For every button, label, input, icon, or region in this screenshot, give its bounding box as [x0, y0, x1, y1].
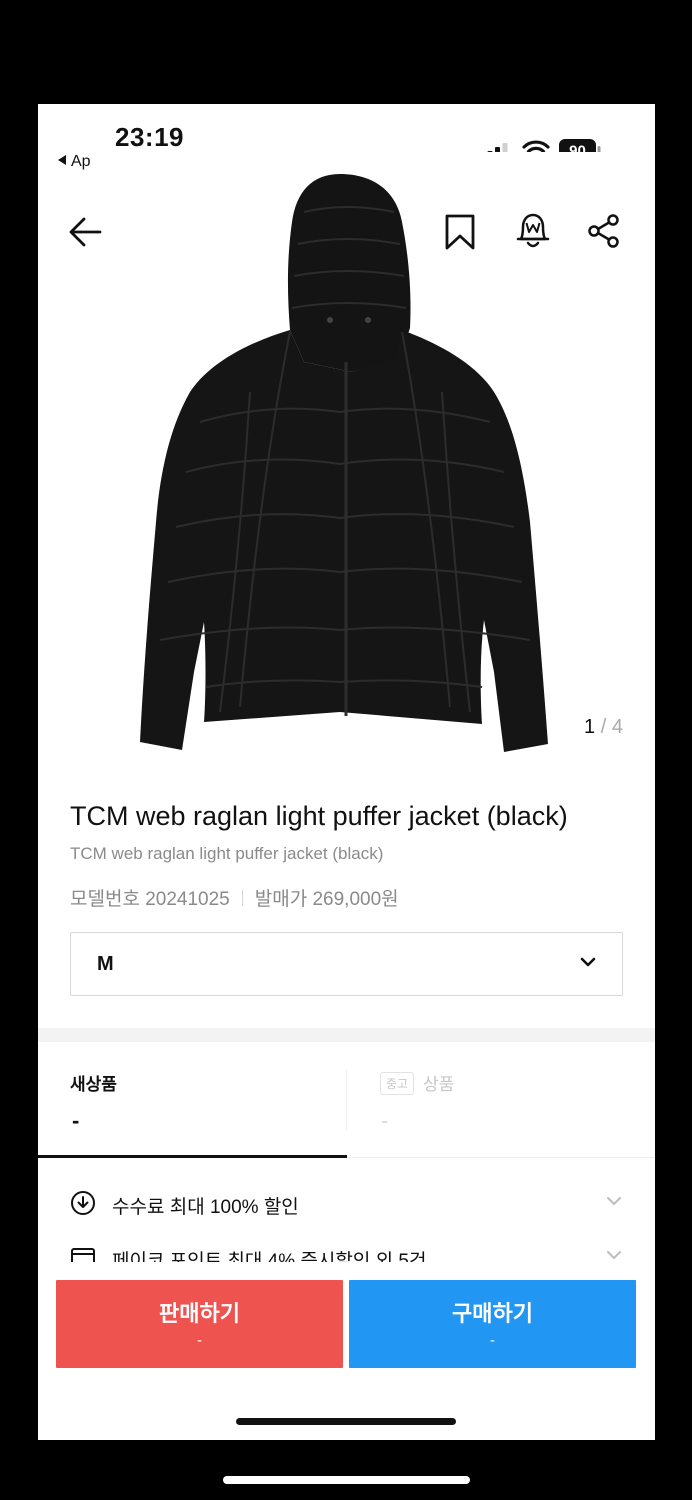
used-badge: 중고	[380, 1072, 415, 1095]
tab-used-product[interactable]: 중고 상품 -	[347, 1042, 655, 1158]
buy-button-label: 구매하기	[452, 1301, 533, 1326]
status-time: 23:19	[115, 122, 184, 152]
image-counter-current: 1	[584, 716, 596, 738]
product-title: TCM web raglan light puffer jacket (blac…	[70, 801, 568, 831]
back-triangle-icon	[58, 155, 66, 165]
card-icon	[71, 1248, 95, 1262]
bottom-action-bar: 판매하기 - 구매하기 -	[38, 1262, 655, 1440]
chevron-down-icon	[580, 957, 596, 967]
sell-button-price: -	[197, 1332, 202, 1349]
release-price-value: 269,000원	[312, 889, 399, 910]
section-divider	[38, 1028, 655, 1042]
benefit-row-fee-discount[interactable]: 수수료 최대 100% 할인	[38, 1182, 655, 1226]
meta-divider	[241, 890, 243, 906]
image-counter: 1 / 4	[584, 716, 623, 739]
tab-new-label: 새상품	[70, 1075, 117, 1094]
model-number-label: 모델번호	[70, 889, 140, 910]
buy-button-price: -	[490, 1332, 495, 1349]
image-counter-separator: /	[600, 716, 607, 738]
size-select[interactable]: M	[70, 932, 623, 996]
outer-home-indicator[interactable]	[223, 1476, 470, 1484]
app-screen: 23:19 App Store 90	[38, 104, 655, 1440]
model-number-value: 20241025	[145, 889, 230, 910]
back-arrow-icon[interactable]	[66, 214, 106, 250]
product-subtitle: TCM web raglan light puffer jacket (blac…	[70, 844, 384, 863]
chevron-down-icon	[607, 1197, 621, 1206]
bookmark-icon[interactable]	[443, 213, 477, 251]
sell-button[interactable]: 판매하기 -	[56, 1280, 343, 1368]
buy-button[interactable]: 구매하기 -	[349, 1280, 636, 1368]
price-alert-bell-icon[interactable]	[515, 211, 551, 251]
benefit-row-payco[interactable]: 페이코 포인트 최대 4% 즉시할인 외 5건	[38, 1236, 655, 1262]
tab-new-price: -	[72, 1108, 80, 1133]
sell-button-label: 판매하기	[159, 1301, 240, 1326]
benefit-text: 페이코 포인트 최대 4% 즉시할인 외 5건	[112, 1251, 427, 1262]
chevron-down-icon	[607, 1251, 621, 1260]
tab-new-product[interactable]: 새상품 -	[38, 1042, 347, 1158]
discount-circle-icon	[71, 1191, 95, 1215]
size-selected-value: M	[97, 953, 114, 975]
home-indicator[interactable]	[236, 1418, 456, 1425]
image-counter-total: 4	[611, 716, 623, 738]
tab-used-label: 상품	[423, 1075, 455, 1094]
benefit-text: 수수료 최대 100% 할인	[112, 1197, 299, 1218]
release-price-label: 발매가	[254, 889, 308, 910]
tab-used-price: -	[381, 1108, 389, 1133]
tab-active-indicator	[38, 1155, 347, 1158]
share-icon[interactable]	[586, 213, 622, 249]
product-meta: 모델번호 20241025 발매가 269,000원	[70, 884, 399, 911]
